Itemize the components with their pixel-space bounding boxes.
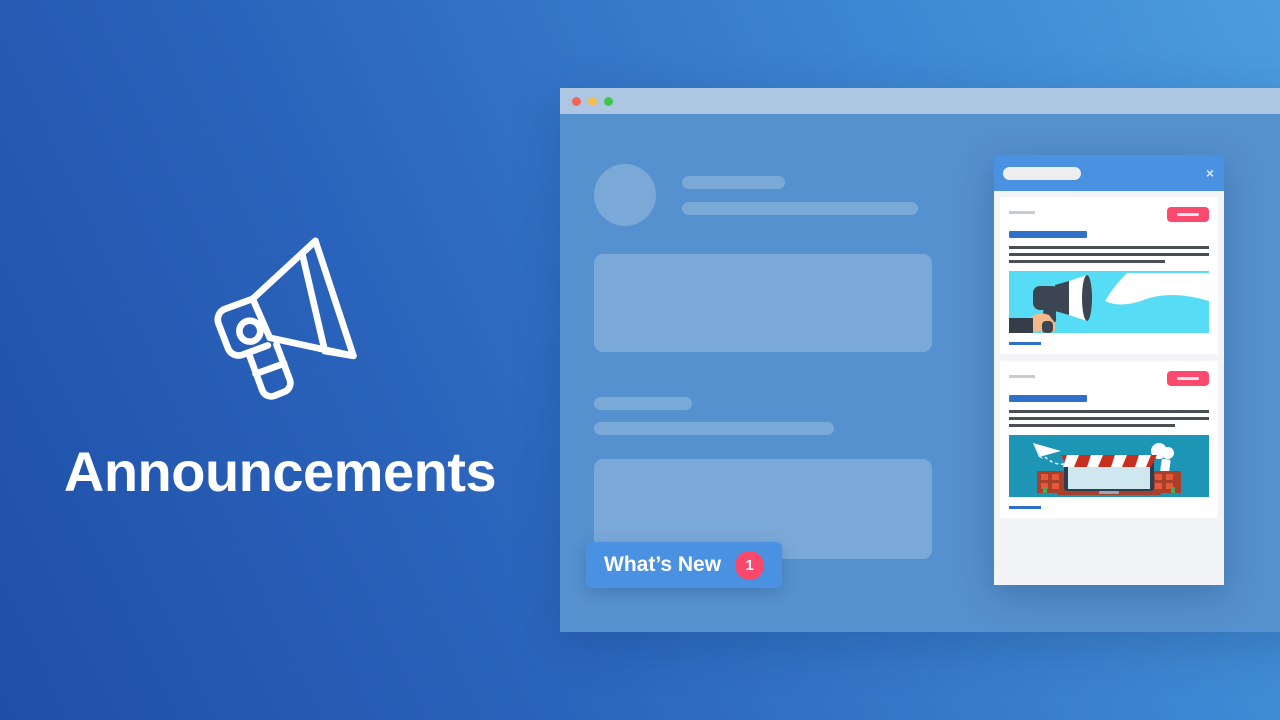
card-badge[interactable]	[1167, 371, 1209, 386]
skeleton-line	[682, 175, 785, 189]
popup-header: ×	[994, 155, 1224, 191]
announcement-card[interactable]	[1000, 197, 1218, 354]
skeleton-line	[594, 422, 834, 435]
ecommerce-storefront-icon	[1009, 435, 1209, 497]
skeleton-line	[594, 397, 692, 410]
card-header-row	[1009, 371, 1209, 386]
popup-title-placeholder	[1003, 166, 1081, 180]
card-badge[interactable]	[1167, 207, 1209, 222]
hand-megaphone-icon	[1009, 271, 1209, 333]
card-header-row	[1009, 207, 1209, 222]
close-window-dot[interactable]	[572, 96, 581, 106]
card-date-placeholder	[1009, 211, 1035, 214]
hero-section: Announcements	[0, 0, 560, 720]
content-placeholder-block	[594, 254, 932, 352]
minimize-window-dot[interactable]	[588, 96, 597, 106]
announcement-card[interactable]	[1000, 361, 1218, 518]
avatar	[594, 164, 656, 226]
card-link-placeholder[interactable]	[1009, 342, 1041, 345]
profile-skeleton-lines	[682, 175, 918, 215]
whats-new-label: What’s New	[604, 553, 722, 576]
whats-new-badge: 1	[735, 550, 765, 580]
skeleton-line	[682, 201, 918, 215]
card-body-lines	[1009, 246, 1209, 263]
popup-card-list[interactable]	[994, 191, 1224, 585]
maximize-window-dot[interactable]	[604, 96, 613, 106]
close-icon[interactable]: ×	[1206, 166, 1214, 180]
browser-titlebar	[560, 88, 1280, 114]
card-title-placeholder	[1009, 395, 1087, 402]
card-date-placeholder	[1009, 375, 1035, 378]
announcement-popup: ×	[994, 155, 1224, 585]
page-title: Announcements	[63, 440, 497, 503]
card-title-placeholder	[1009, 231, 1087, 238]
card-body-lines	[1009, 410, 1209, 427]
megaphone-icon	[214, 237, 357, 400]
card-link-placeholder[interactable]	[1009, 506, 1041, 509]
whats-new-button[interactable]: What’s New 1	[586, 542, 783, 588]
